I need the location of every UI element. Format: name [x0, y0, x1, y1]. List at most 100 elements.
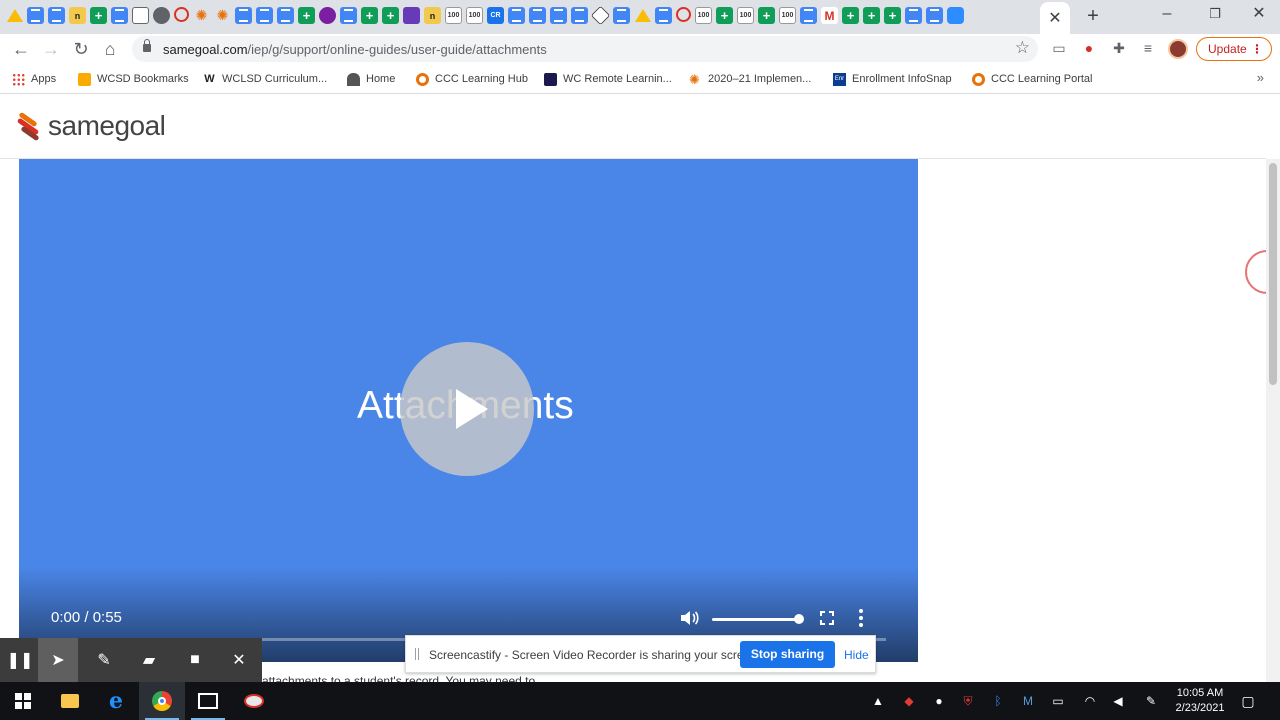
tab-favicon-doc-icon[interactable]: [48, 7, 65, 24]
fullscreen-icon[interactable]: [820, 611, 834, 625]
tab-favicon-doc-icon[interactable]: [256, 7, 273, 24]
play-button[interactable]: [400, 342, 534, 476]
bookmark-enrollment[interactable]: Enr Enrollment InfoSnap: [833, 70, 952, 88]
pause-icon[interactable]: ❚❚: [0, 638, 40, 682]
pen-icon[interactable]: ✎: [84, 638, 124, 682]
forward-arrow-icon[interactable]: →: [38, 36, 64, 62]
tab-favicon-doc-icon[interactable]: [571, 7, 588, 24]
drag-handle-icon[interactable]: [415, 648, 419, 660]
tab-favicon-doc-icon[interactable]: [27, 7, 44, 24]
tab-favicon-sheet-icon[interactable]: [842, 7, 859, 24]
update-button[interactable]: Update ⋮: [1196, 37, 1272, 61]
file-explorer-icon[interactable]: [47, 682, 93, 720]
tab-favicon-hundred-icon[interactable]: 100: [445, 7, 462, 24]
internet-explorer-icon[interactable]: e: [93, 682, 139, 720]
maximize-button[interactable]: ❐: [1192, 0, 1238, 30]
tab-favicon-doc-icon[interactable]: [613, 7, 630, 24]
tab-favicon-gmail-icon[interactable]: M: [821, 7, 838, 24]
eraser-icon[interactable]: ▰: [129, 638, 169, 682]
tab-favicon-hundred-icon[interactable]: 100: [466, 7, 483, 24]
tab-favicon-sheet-icon[interactable]: [758, 7, 775, 24]
bookmark-star-icon[interactable]: ☆: [1015, 38, 1030, 58]
bookmark-apps[interactable]: Apps: [12, 70, 56, 88]
tab-favicon-doc-icon[interactable]: [340, 7, 357, 24]
tab-favicon-sheet-icon[interactable]: [884, 7, 901, 24]
tab-favicon-doc-icon[interactable]: [277, 7, 294, 24]
bluetooth-icon[interactable]: ᛒ: [990, 694, 1006, 708]
tab-favicon-doc-icon[interactable]: [111, 7, 128, 24]
screencastify-icon[interactable]: ●: [1080, 40, 1098, 58]
malwarebytes-icon[interactable]: M: [1020, 694, 1036, 708]
wifi-icon[interactable]: ◠: [1082, 694, 1098, 708]
volume-icon[interactable]: [680, 610, 700, 626]
more-options-icon[interactable]: [859, 609, 863, 627]
tab-favicon-drive-icon[interactable]: [634, 7, 651, 24]
lock-icon[interactable]: [143, 39, 151, 52]
cast-icon[interactable]: ▭: [1050, 40, 1068, 58]
profile-avatar[interactable]: [1168, 39, 1188, 59]
bookmarks-overflow-chevron-icon[interactable]: »: [1257, 70, 1264, 85]
tab-favicon-sheet-icon[interactable]: [90, 7, 107, 24]
back-arrow-icon[interactable]: ←: [8, 36, 34, 62]
battery-icon[interactable]: ▭: [1050, 694, 1066, 708]
tab-favicon-doc-icon[interactable]: [550, 7, 567, 24]
tab-favicon-sheet-icon[interactable]: [298, 7, 315, 24]
tab-favicon-purple-icon[interactable]: [319, 7, 336, 24]
security-shield-icon[interactable]: ⛨: [960, 694, 976, 708]
snipping-tool-icon[interactable]: [231, 682, 277, 720]
volume-tray-icon[interactable]: ◀: [1110, 694, 1126, 708]
start-button[interactable]: [0, 682, 46, 720]
tab-favicon-circle-icon[interactable]: [676, 7, 691, 22]
tab-favicon-sheet-icon[interactable]: [863, 7, 880, 24]
tab-favicon-globe-icon[interactable]: [153, 7, 170, 24]
video-player[interactable]: Attachments 0:00 / 0:55: [19, 159, 918, 662]
tab-favicon-sheet-icon[interactable]: [382, 7, 399, 24]
tab-favicon-star-icon[interactable]: ✺: [214, 7, 231, 24]
tab-favicon-hundred-icon[interactable]: 100: [737, 7, 754, 24]
active-tab[interactable]: ✕: [1040, 2, 1070, 34]
page-scrollbar[interactable]: [1266, 159, 1280, 682]
stop-sharing-button[interactable]: Stop sharing: [740, 641, 835, 668]
tab-favicon-doc-icon[interactable]: [235, 7, 252, 24]
cursor-icon[interactable]: ➤: [38, 638, 78, 682]
tab-favicon-list-icon[interactable]: [403, 7, 420, 24]
home-icon[interactable]: ⌂: [97, 36, 123, 62]
photos-icon[interactable]: [185, 682, 231, 720]
tab-favicon-hundred-icon[interactable]: 100: [779, 7, 796, 24]
tab-favicon-cr-icon[interactable]: CR: [487, 7, 504, 24]
tab-favicon-doc-icon[interactable]: [800, 7, 817, 24]
tab-favicon-doc-icon[interactable]: [529, 7, 546, 24]
tab-favicon-n-icon[interactable]: n: [424, 7, 441, 24]
pen-tray-icon[interactable]: ✎: [1143, 694, 1159, 708]
close-icon[interactable]: ✕: [219, 638, 259, 682]
bookmark-wc-remote[interactable]: WC Remote Learnin...: [544, 70, 672, 88]
tab-favicon-zoom-icon[interactable]: [947, 7, 964, 24]
bookmark-home[interactable]: Home: [347, 70, 395, 88]
tab-favicon-sheet-icon[interactable]: [361, 7, 378, 24]
drive-tray-icon[interactable]: ▲: [870, 694, 886, 708]
tab-favicon-circle-icon[interactable]: [174, 7, 189, 22]
microphone-icon[interactable]: ●: [931, 694, 947, 708]
tab-favicon-hundred-icon[interactable]: 100: [695, 7, 712, 24]
volume-knob[interactable]: [794, 614, 804, 624]
address-bar[interactable]: samegoal.com/iep/g/support/online-guides…: [132, 36, 1038, 62]
window-close-button[interactable]: ✕: [1236, 0, 1280, 30]
bookmark-implementation[interactable]: ✺ 2020–21 Implemen...: [689, 70, 811, 88]
volume-slider[interactable]: [712, 618, 800, 621]
reload-icon[interactable]: ↻: [68, 36, 94, 62]
tab-favicon-sheet-icon[interactable]: [716, 7, 733, 24]
camera-icon[interactable]: ■: [175, 638, 215, 682]
tab-favicon-cube-icon[interactable]: [590, 5, 611, 26]
tab-favicon-n-icon[interactable]: n: [69, 7, 86, 24]
scrollbar-thumb[interactable]: [1269, 163, 1277, 385]
tab-favicon-doc-icon[interactable]: [508, 7, 525, 24]
notifications-icon[interactable]: ▢: [1240, 694, 1256, 708]
tab-close-icon[interactable]: ✕: [1048, 8, 1061, 28]
hide-button[interactable]: Hide: [844, 648, 869, 662]
extensions-puzzle-icon[interactable]: ✚: [1110, 40, 1128, 58]
samegoal-logo[interactable]: samegoal: [16, 109, 166, 143]
tab-favicon-drive-icon[interactable]: [6, 7, 23, 24]
tab-favicon-star-icon[interactable]: ✺: [193, 7, 210, 24]
bookmark-wcsd[interactable]: WCSD Bookmarks: [78, 70, 189, 88]
reading-list-icon[interactable]: ≡: [1139, 40, 1157, 58]
